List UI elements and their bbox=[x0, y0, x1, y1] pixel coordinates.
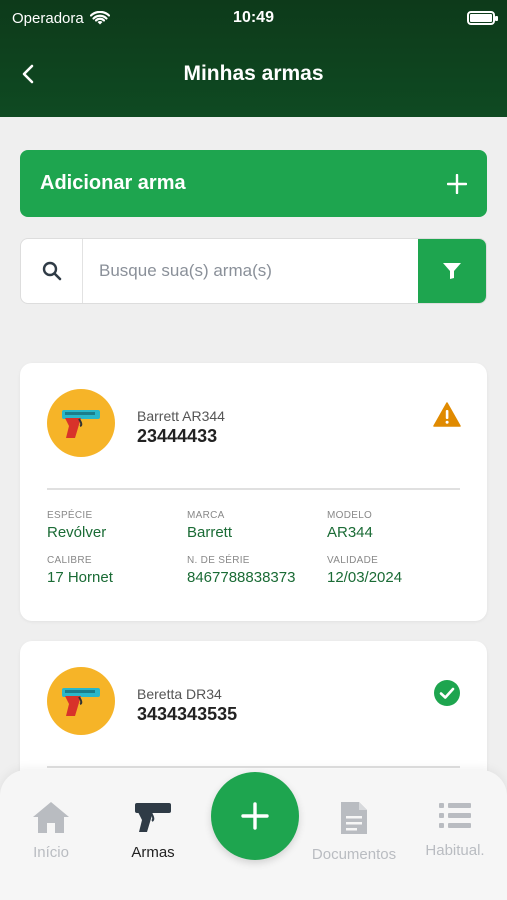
detail-value: 8467788838373 bbox=[187, 569, 296, 586]
detail-label: MARCA bbox=[187, 510, 225, 521]
weapon-avatar bbox=[47, 667, 115, 735]
detail-value: 17 Hornet bbox=[47, 569, 113, 586]
detail-serie: N. DE SÉRIE 8467788838373 bbox=[187, 555, 327, 586]
page-title: Minhas armas bbox=[183, 62, 324, 85]
detail-value: 12/03/2024 bbox=[327, 569, 403, 586]
detail-label: VALIDADE bbox=[327, 555, 379, 566]
tab-documentos[interactable]: Documentos bbox=[304, 800, 404, 863]
tab-label: Habitual. bbox=[425, 842, 485, 859]
detail-label: MODELO bbox=[327, 510, 373, 521]
status-bar: Operadora 10:49 bbox=[0, 0, 507, 36]
detail-validade: VALIDADE 12/03/2024 bbox=[327, 555, 467, 586]
tab-armas[interactable]: Armas bbox=[103, 800, 203, 861]
tab-label: Documentos bbox=[311, 846, 397, 863]
home-icon bbox=[33, 802, 69, 833]
add-fab-button[interactable] bbox=[211, 772, 299, 860]
details-row: ESPÉCIE Revólver MARCA Barrett MODELO AR… bbox=[47, 510, 467, 541]
card-divider bbox=[47, 488, 460, 490]
battery-icon bbox=[467, 11, 498, 25]
pistol-icon bbox=[135, 803, 171, 832]
weapon-header: Barrett AR344 23444433 bbox=[137, 408, 225, 447]
card-divider bbox=[47, 766, 460, 768]
detail-modelo: MODELO AR344 bbox=[327, 510, 467, 541]
chevron-left-icon bbox=[22, 64, 34, 84]
add-weapon-button[interactable]: Adicionar arma bbox=[20, 150, 487, 217]
check-circle-icon bbox=[434, 680, 460, 706]
back-button[interactable] bbox=[14, 60, 42, 88]
filter-icon bbox=[443, 263, 461, 279]
detail-value: AR344 bbox=[327, 524, 373, 541]
status-time: 10:49 bbox=[233, 9, 274, 26]
weapon-number: 23444433 bbox=[137, 426, 218, 446]
tab-habitualidade[interactable]: Habitual. bbox=[405, 800, 505, 859]
details-row: CALIBRE 17 Hornet N. DE SÉRIE 8467788838… bbox=[47, 555, 467, 586]
pistol-icon bbox=[62, 410, 100, 438]
detail-calibre: CALIBRE 17 Hornet bbox=[47, 555, 187, 586]
tab-label: Armas bbox=[131, 844, 175, 861]
weapon-avatar bbox=[47, 389, 115, 457]
detail-marca: MARCA Barrett bbox=[187, 510, 327, 541]
status-left: Operadora bbox=[12, 10, 110, 27]
carrier-label: Operadora bbox=[12, 9, 84, 27]
list-icon bbox=[439, 803, 471, 828]
detail-value: Barrett bbox=[187, 524, 233, 541]
detail-value: Revólver bbox=[47, 524, 107, 541]
search-bar bbox=[20, 238, 487, 304]
search-input[interactable] bbox=[83, 239, 418, 303]
document-icon bbox=[341, 802, 367, 834]
nav-bar: Minhas armas bbox=[0, 46, 507, 102]
detail-especie: ESPÉCIE Revólver bbox=[47, 510, 187, 541]
plus-icon bbox=[447, 173, 467, 194]
warning-icon bbox=[433, 402, 461, 427]
weapon-name: Beretta DR34 bbox=[137, 686, 222, 702]
weapon-name: Barrett AR344 bbox=[137, 408, 225, 424]
app-header: Operadora 10:49 Minhas armas bbox=[0, 0, 507, 117]
tab-inicio[interactable]: Início bbox=[1, 800, 101, 861]
weapon-number: 3434343535 bbox=[137, 704, 238, 724]
search-icon-box bbox=[21, 239, 83, 303]
detail-label: N. DE SÉRIE bbox=[187, 555, 250, 566]
search-icon bbox=[42, 261, 61, 281]
tab-label: Início bbox=[33, 844, 69, 861]
plus-icon bbox=[241, 802, 269, 830]
pistol-icon bbox=[62, 688, 100, 716]
filter-button[interactable] bbox=[418, 239, 486, 303]
weapon-header: Beretta DR34 3434343535 bbox=[137, 686, 237, 725]
detail-label: ESPÉCIE bbox=[47, 510, 93, 521]
add-weapon-label: Adicionar arma bbox=[40, 172, 186, 194]
weapon-card[interactable]: Barrett AR344 23444433 ESPÉCIE Revólver … bbox=[20, 363, 487, 621]
detail-label: CALIBRE bbox=[47, 555, 92, 566]
wifi-icon bbox=[89, 10, 110, 24]
weapon-details: ESPÉCIE Revólver MARCA Barrett MODELO AR… bbox=[47, 510, 467, 600]
